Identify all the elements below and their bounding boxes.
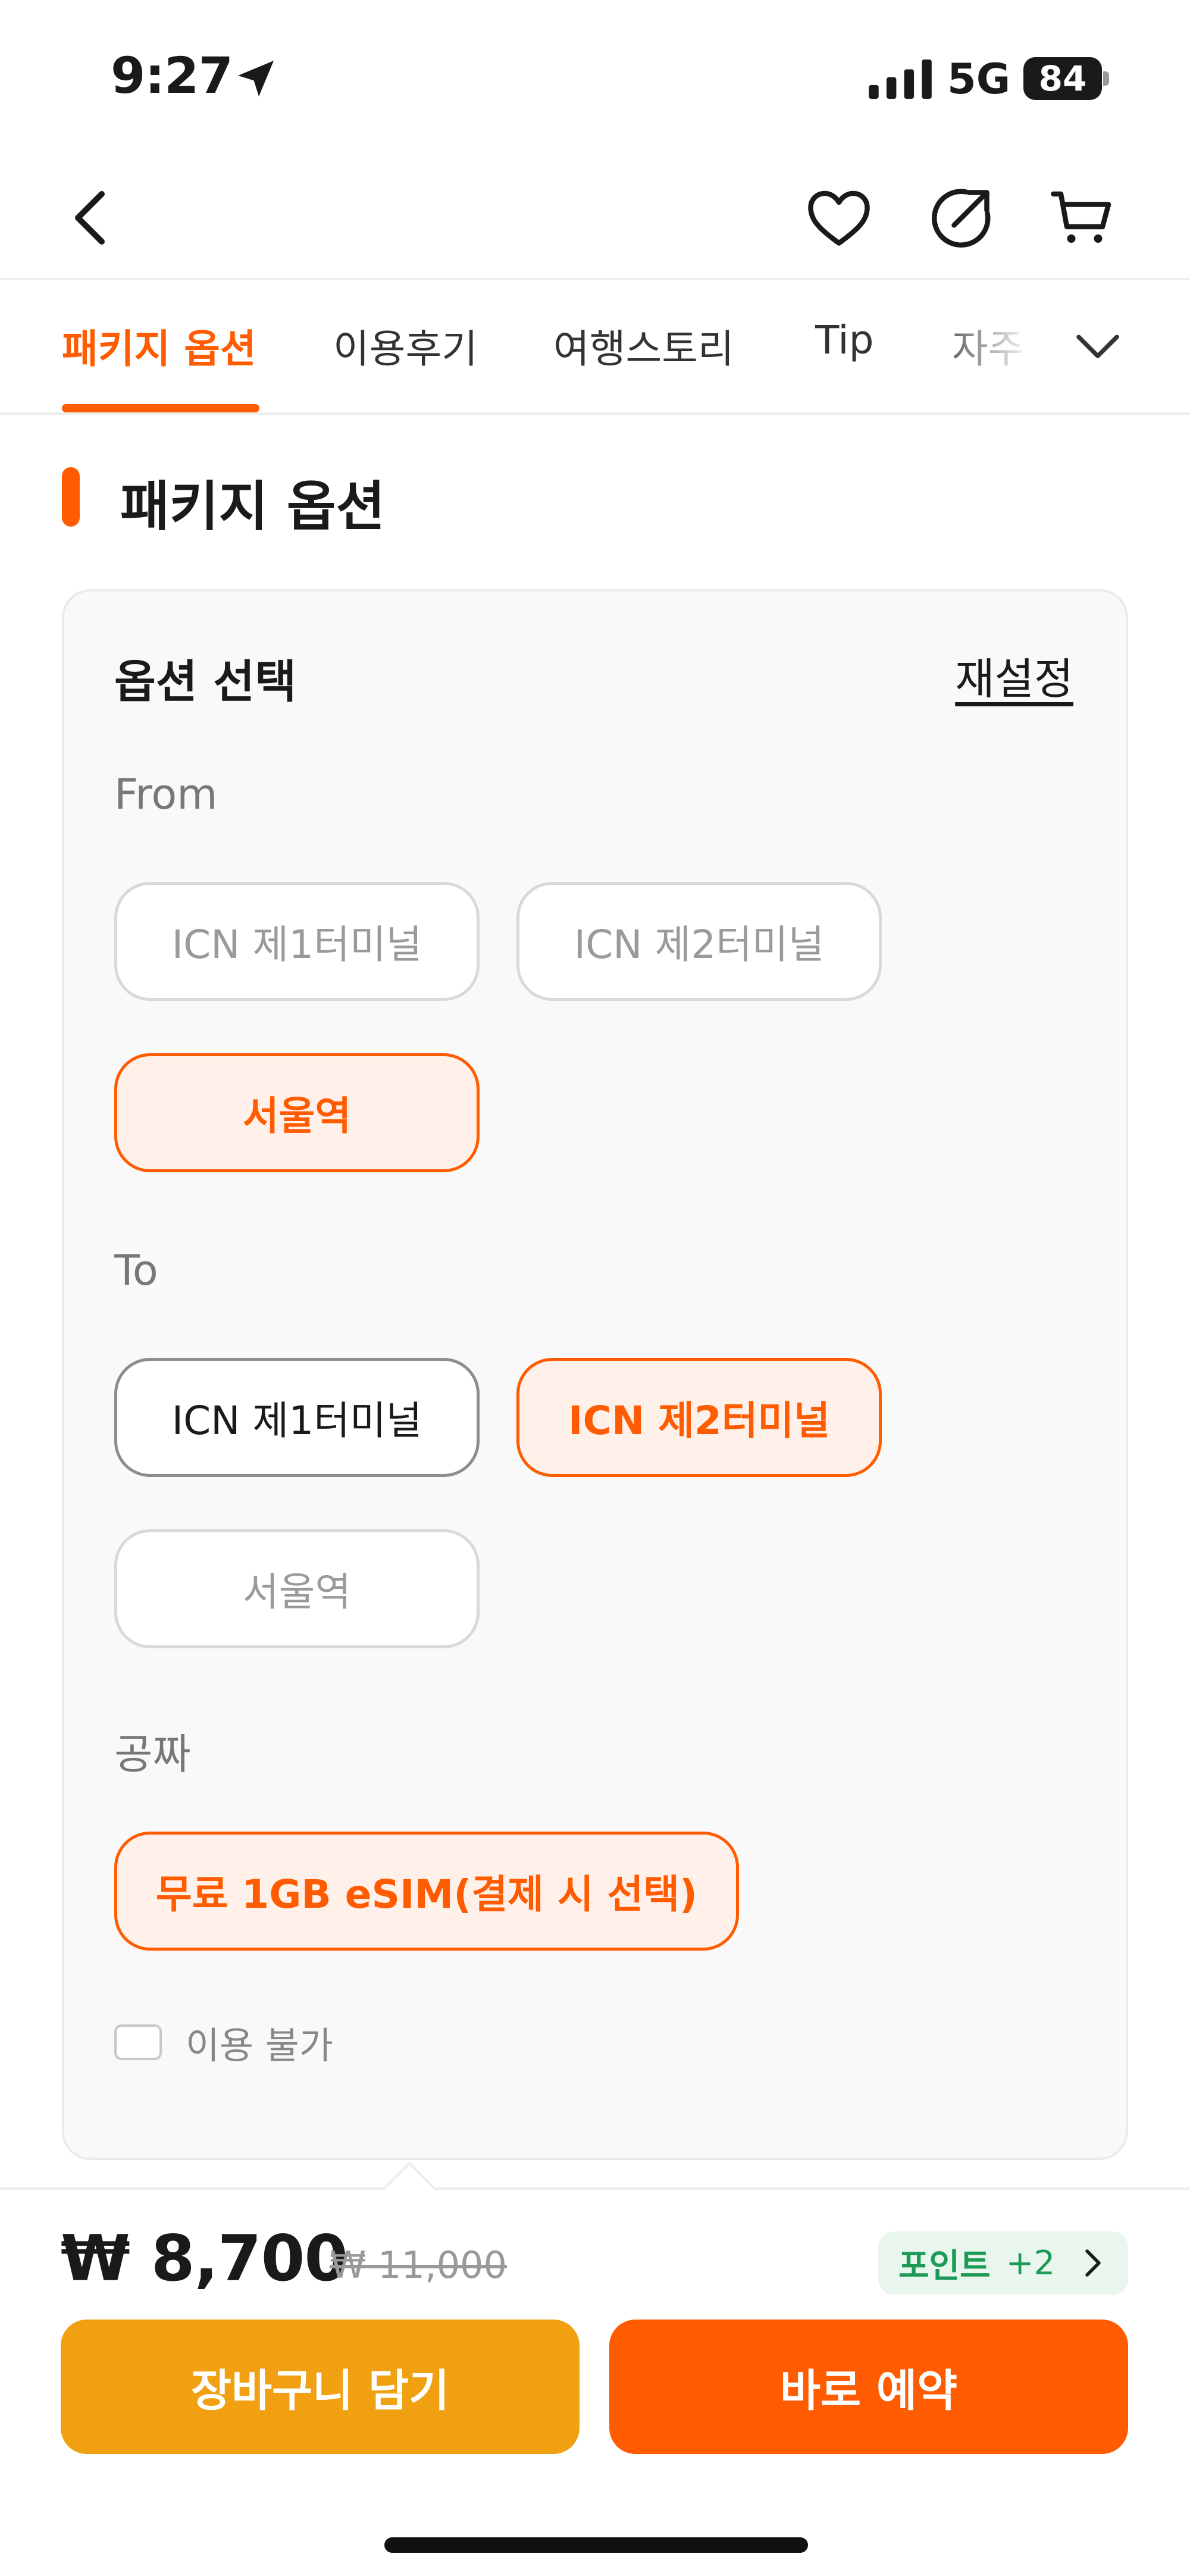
free-esim-option[interactable]: 무료 1GB eSIM(결제 시 선택) [114, 1832, 739, 1951]
from-option-icn-t2[interactable]: ICN 제2터미널 [516, 882, 882, 1001]
status-bar: 9:27 5G 84 [0, 0, 1190, 155]
to-label: To [114, 1246, 158, 1295]
active-tab-indicator [62, 404, 259, 412]
nav-bar [0, 155, 1190, 280]
chevron-down-icon[interactable] [1065, 312, 1130, 378]
bubble-tip [382, 2161, 437, 2216]
status-time: 9:27 [111, 46, 233, 105]
book-now-button[interactable]: 바로 예약 [609, 2320, 1128, 2454]
location-arrow-icon [238, 61, 274, 96]
tab-tip[interactable]: Tip [815, 317, 874, 363]
section-title: 패키지 옵션 [120, 475, 386, 538]
heart-icon[interactable] [803, 182, 875, 253]
tab-fade [946, 281, 1053, 412]
unavailable-option[interactable]: 이용 불가 [114, 2018, 333, 2067]
battery-icon: 84 [1023, 57, 1109, 100]
add-to-cart-button[interactable]: 장바구니 담기 [61, 2320, 580, 2454]
points-value: +2 [1006, 2243, 1056, 2283]
tab-bar: 패키지 옵션 이용후기 여행스토리 Tip 자주 [0, 281, 1190, 415]
unavailable-checkbox[interactable] [114, 2024, 162, 2060]
signal-bars-icon [869, 60, 932, 99]
from-option-icn-t1[interactable]: ICN 제1터미널 [114, 882, 480, 1001]
home-indicator [384, 2537, 808, 2553]
points-label: 포인트 [898, 2246, 991, 2286]
purchase-bar: ₩ 8,700 ₩ 11,000 포인트 +2 장바구니 담기 바로 예약 [0, 2161, 1190, 2576]
tab-reviews[interactable]: 이용후기 [333, 317, 478, 374]
unavailable-label: 이용 불가 [186, 2024, 333, 2067]
points-badge[interactable]: 포인트 +2 [878, 2231, 1128, 2295]
original-price: ₩ 11,000 [330, 2243, 507, 2287]
tab-package-options[interactable]: 패키지 옵션 [62, 317, 256, 374]
network-label: 5G [947, 55, 1011, 104]
option-select-card: 옵션 선택 재설정 From ICN 제1터미널 ICN 제2터미널 서울역 T… [62, 589, 1128, 2160]
to-option-seoul-station[interactable]: 서울역 [114, 1529, 480, 1648]
page: 9:27 5G 84 패키지 옵션 이용후기 여행스토리 Tip 패키지 옵션 … [0, 0, 1190, 2576]
freebie-label: 공짜 [114, 1730, 191, 1779]
current-price: ₩ 8,700 [61, 2222, 348, 2295]
chevron-right-icon [1085, 2249, 1101, 2277]
from-option-seoul-station[interactable]: 서울역 [114, 1053, 480, 1172]
option-select-title: 옵션 선택 [114, 655, 297, 708]
from-label: From [114, 770, 218, 819]
share-icon[interactable] [926, 182, 997, 253]
to-option-icn-t1[interactable]: ICN 제1터미널 [114, 1358, 480, 1477]
tab-travel-stories[interactable]: 여행스토리 [553, 317, 734, 374]
reset-button[interactable]: 재설정 [955, 644, 1073, 706]
to-option-icn-t2[interactable]: ICN 제2터미널 [516, 1358, 882, 1477]
cart-icon[interactable] [1046, 182, 1117, 253]
battery-level: 84 [1038, 58, 1087, 99]
section-marker [62, 467, 80, 527]
back-chevron-icon[interactable] [57, 182, 129, 253]
